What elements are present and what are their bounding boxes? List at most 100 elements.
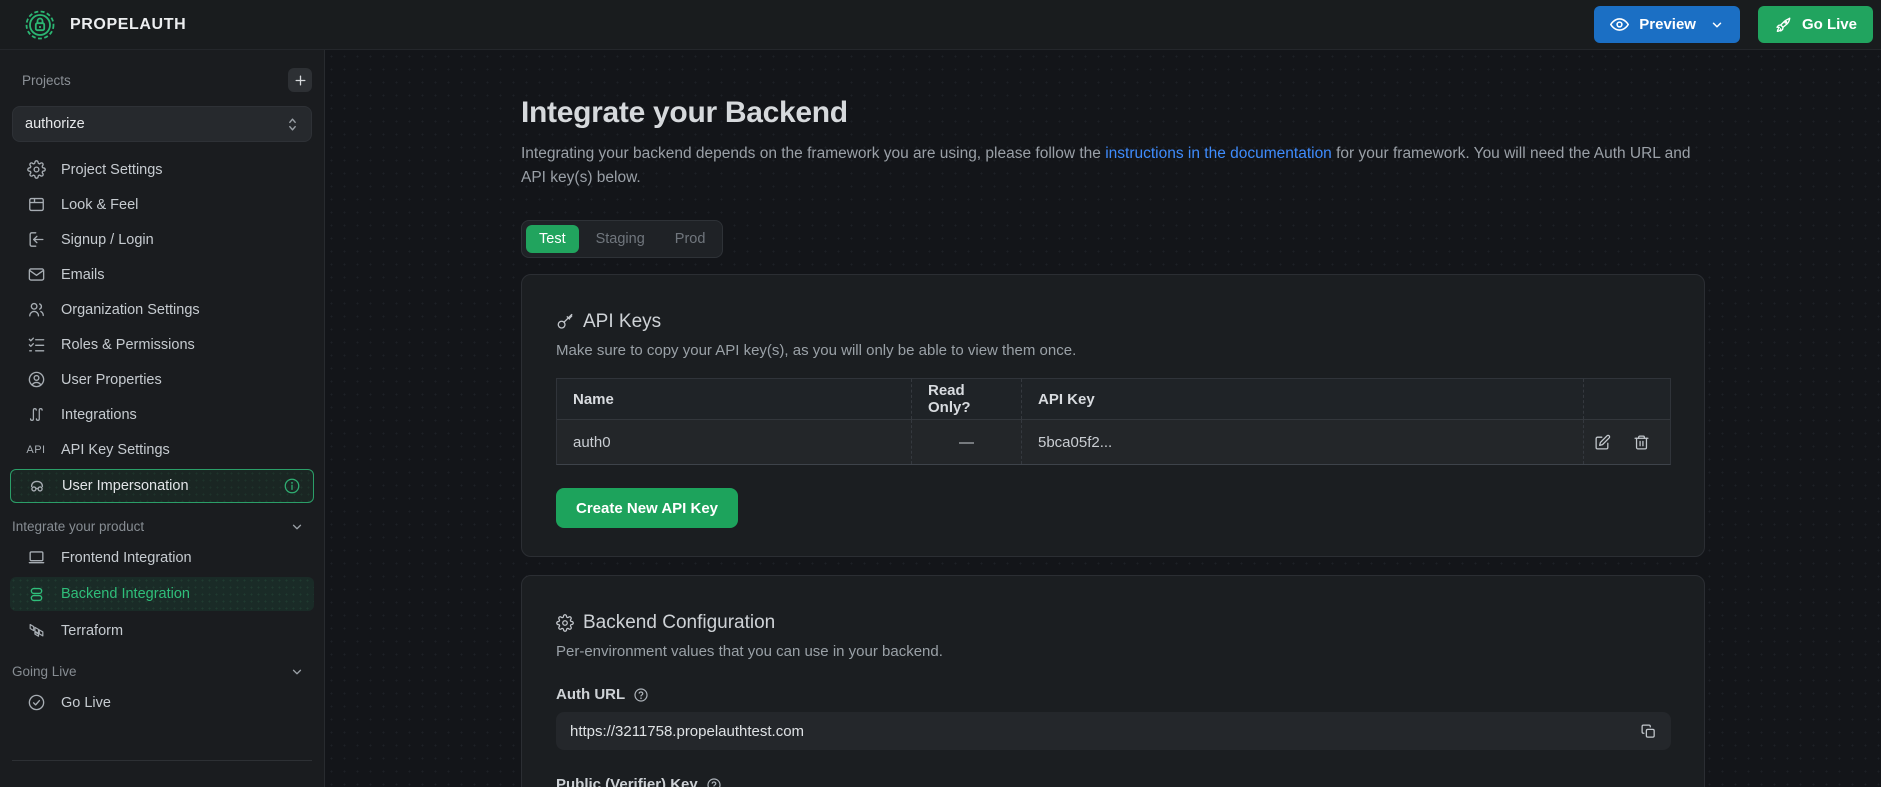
api-keys-table: Name Read Only? API Key auth0 — 5bca05f2… xyxy=(556,378,1671,465)
help-circle-icon[interactable] xyxy=(706,777,722,787)
tab-prod[interactable]: Prod xyxy=(662,225,719,253)
sidebar-item-label: User Impersonation xyxy=(62,478,189,494)
sidebar-item-label: API Key Settings xyxy=(61,442,170,458)
tab-test[interactable]: Test xyxy=(526,225,579,253)
edit-api-key-button[interactable] xyxy=(1594,434,1611,451)
table-row: auth0 — 5bca05f2... xyxy=(557,419,1670,464)
card-subtitle: Per-environment values that you can use … xyxy=(556,643,1670,660)
section-going-live[interactable]: Going Live xyxy=(0,664,324,679)
server-icon xyxy=(26,585,46,604)
card-title: API Keys xyxy=(583,311,661,333)
chevron-down-icon xyxy=(290,665,304,679)
sidebar-item-api-key-settings[interactable]: API API Key Settings xyxy=(0,432,324,467)
login-icon xyxy=(26,230,46,249)
sidebar-item-label: Emails xyxy=(61,267,105,283)
documentation-link[interactable]: instructions in the documentation xyxy=(1105,145,1332,162)
topbar: PROPELAUTH Preview Go Live xyxy=(0,0,1881,50)
api-key-actions-cell xyxy=(1583,420,1670,464)
column-header-api-key: API Key xyxy=(1021,379,1583,419)
sidebar: Projects authorize Project Settings xyxy=(0,50,325,787)
table-header-row: Name Read Only? API Key xyxy=(557,379,1670,419)
monitor-icon xyxy=(26,548,46,567)
go-live-button[interactable]: Go Live xyxy=(1758,6,1873,43)
tab-staging[interactable]: Staging xyxy=(583,225,658,253)
delete-api-key-button[interactable] xyxy=(1633,434,1650,451)
integral-icon xyxy=(26,405,46,424)
sidebar-item-project-settings[interactable]: Project Settings xyxy=(0,152,324,187)
sidebar-item-label: Integrations xyxy=(61,407,137,423)
backend-configuration-card: Backend Configuration Per-environment va… xyxy=(521,575,1705,787)
brand-name: PROPELAUTH xyxy=(70,16,186,34)
go-live-label: Go Live xyxy=(1802,16,1857,33)
help-circle-icon[interactable] xyxy=(633,687,649,703)
sidebar-item-label: Backend Integration xyxy=(61,586,190,602)
projects-label: Projects xyxy=(22,73,71,88)
sidebar-item-user-properties[interactable]: User Properties xyxy=(0,362,324,397)
sidebar-item-label: Look & Feel xyxy=(61,197,138,213)
rocket-icon xyxy=(1774,16,1792,34)
auth-url-value: https://3211758.propelauthtest.com xyxy=(570,723,804,740)
sidebar-item-organization-settings[interactable]: Organization Settings xyxy=(0,292,324,327)
checklist-icon xyxy=(26,335,46,354)
sidebar-item-frontend-integration[interactable]: Frontend Integration xyxy=(0,540,324,575)
add-project-button[interactable] xyxy=(288,68,312,92)
environment-tabs: Test Staging Prod xyxy=(521,220,723,258)
user-circle-icon xyxy=(26,370,46,389)
sidebar-item-label: Project Settings xyxy=(61,162,163,178)
copy-auth-url-button[interactable] xyxy=(1640,723,1657,740)
sidebar-item-backend-integration[interactable]: Backend Integration xyxy=(10,577,314,611)
main-content: Integrate your Backend Integrating your … xyxy=(325,50,1881,787)
sidebar-item-roles-permissions[interactable]: Roles & Permissions xyxy=(0,327,324,362)
sidebar-item-terraform[interactable]: Terraform xyxy=(0,613,324,648)
chevron-down-icon xyxy=(290,520,304,534)
gear-icon xyxy=(26,160,46,179)
sidebar-item-label: Frontend Integration xyxy=(61,550,192,566)
chevron-updown-icon xyxy=(286,117,299,132)
column-header-name: Name xyxy=(557,379,911,419)
auth-url-field[interactable]: https://3211758.propelauthtest.com xyxy=(556,712,1671,750)
propelauth-logo-icon xyxy=(22,7,58,43)
sidebar-item-go-live[interactable]: Go Live xyxy=(0,685,324,720)
column-header-actions xyxy=(1583,379,1670,419)
sidebar-item-integrations[interactable]: Integrations xyxy=(0,397,324,432)
brand: PROPELAUTH xyxy=(22,7,186,43)
sidebar-item-signup-login[interactable]: Signup / Login xyxy=(0,222,324,257)
window-icon xyxy=(26,195,46,214)
sidebar-item-emails[interactable]: Emails xyxy=(0,257,324,292)
envelope-icon xyxy=(26,265,46,284)
project-selector[interactable]: authorize xyxy=(12,106,312,142)
key-icon xyxy=(556,313,574,331)
preview-label: Preview xyxy=(1639,16,1696,33)
api-key-readonly-cell: — xyxy=(911,420,1021,464)
preview-button[interactable]: Preview xyxy=(1594,6,1740,43)
terraform-icon xyxy=(26,621,46,640)
info-icon[interactable] xyxy=(283,477,301,495)
disguise-icon xyxy=(27,476,47,496)
api-key-value-cell: 5bca05f2... xyxy=(1021,420,1583,464)
section-integrate-your-product[interactable]: Integrate your product xyxy=(0,519,324,534)
sidebar-item-label: User Properties xyxy=(61,372,162,388)
api-text-icon: API xyxy=(26,444,46,456)
sidebar-item-look-feel[interactable]: Look & Feel xyxy=(0,187,324,222)
eye-icon xyxy=(1610,15,1629,34)
sidebar-item-label: Go Live xyxy=(61,695,111,711)
people-icon xyxy=(26,300,46,319)
gear-icon xyxy=(556,614,574,632)
create-new-api-key-button[interactable]: Create New API Key xyxy=(556,488,738,528)
project-selector-value: authorize xyxy=(25,116,85,132)
sidebar-item-label: Terraform xyxy=(61,623,123,639)
column-header-read-only: Read Only? xyxy=(911,379,1021,419)
page-title: Integrate your Backend xyxy=(521,96,1705,130)
sidebar-item-user-impersonation[interactable]: User Impersonation xyxy=(10,469,314,503)
sidebar-item-label: Organization Settings xyxy=(61,302,200,318)
chevron-down-icon xyxy=(1710,18,1724,32)
card-title: Backend Configuration xyxy=(583,612,775,634)
intro-before: Integrating your backend depends on the … xyxy=(521,145,1105,162)
sidebar-divider xyxy=(12,760,312,761)
sidebar-item-label: Roles & Permissions xyxy=(61,337,195,353)
intro-text: Integrating your backend depends on the … xyxy=(521,142,1705,190)
section-label: Going Live xyxy=(12,664,77,679)
api-key-name-cell: auth0 xyxy=(557,420,911,464)
section-label: Integrate your product xyxy=(12,519,144,534)
card-subtitle: Make sure to copy your API key(s), as yo… xyxy=(556,342,1670,359)
